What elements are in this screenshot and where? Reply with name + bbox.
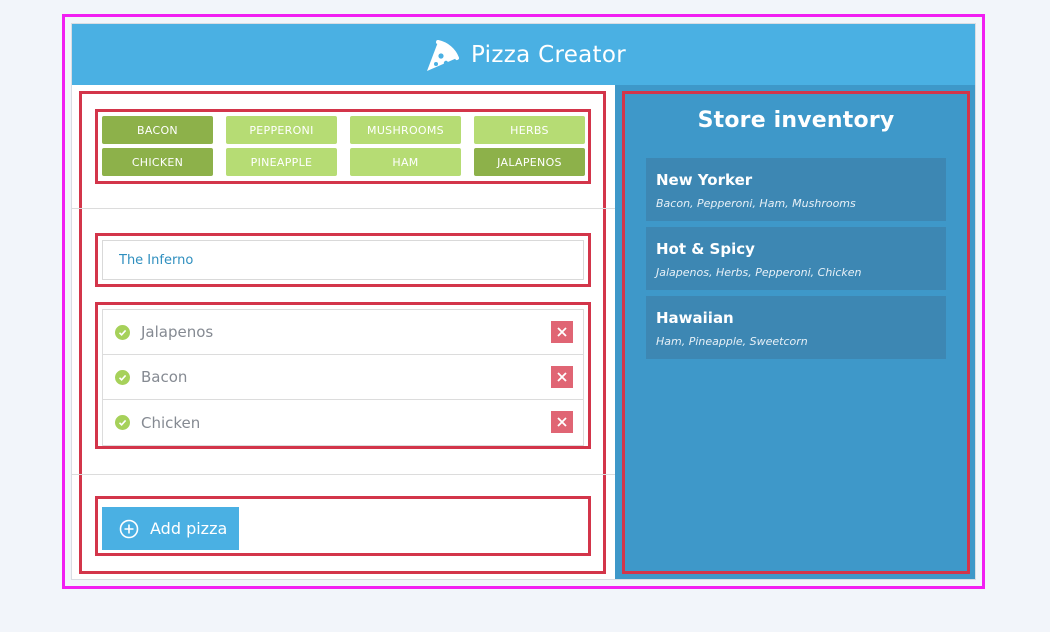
inventory-item-name: New Yorker	[656, 171, 753, 189]
section-divider	[72, 474, 615, 475]
inventory-item-toppings: Jalapenos, Herbs, Pepperoni, Chicken	[656, 266, 862, 279]
app-title: Pizza Creator	[470, 41, 626, 68]
topping-pineapple[interactable]: PINEAPPLE	[226, 148, 337, 176]
close-icon	[557, 417, 567, 427]
inventory-item-new-yorker[interactable]: New Yorker Bacon, Pepperoni, Ham, Mushro…	[646, 158, 946, 221]
inventory-title: Store inventory	[697, 108, 895, 133]
selected-toppings-list: Jalapenos Bacon Chicken	[102, 309, 584, 446]
close-icon	[557, 327, 567, 337]
check-circle-icon	[115, 415, 130, 430]
remove-topping-button[interactable]	[551, 321, 573, 343]
inventory-item-hot-spicy[interactable]: Hot & Spicy Jalapenos, Herbs, Pepperoni,…	[646, 227, 946, 290]
add-pizza-label: Add pizza	[150, 519, 228, 538]
inventory-item-hawaiian[interactable]: Hawaiian Ham, Pineapple, Sweetcorn	[646, 296, 946, 359]
topping-mushrooms[interactable]: MUSHROOMS	[350, 116, 461, 144]
app-header: Pizza Creator	[72, 24, 975, 85]
remove-topping-button[interactable]	[551, 411, 573, 433]
pizza-name-input[interactable]	[102, 240, 584, 280]
topping-chicken[interactable]: CHICKEN	[102, 148, 213, 176]
selected-topping-name: Jalapenos	[141, 323, 214, 341]
inventory-item-toppings: Bacon, Pepperoni, Ham, Mushrooms	[656, 197, 856, 210]
check-circle-icon	[115, 324, 130, 340]
pizza-creator-app: Pizza Creator BACON PEPPERONI MUSHROOMS …	[71, 23, 976, 580]
topping-pepperoni[interactable]: PEPPERONI	[226, 116, 337, 144]
store-inventory-pane: Store inventory New Yorker Bacon, Pepper…	[615, 85, 975, 579]
list-item: Jalapenos	[103, 310, 583, 355]
check-circle-icon	[115, 369, 130, 385]
inventory-item-name: Hawaiian	[656, 309, 734, 327]
section-divider	[72, 208, 615, 209]
close-icon	[557, 372, 567, 382]
inventory-item-name: Hot & Spicy	[656, 240, 755, 258]
topping-herbs[interactable]: HERBS	[474, 116, 585, 144]
topping-jalapenos[interactable]: JALAPENOS	[474, 148, 585, 176]
remove-topping-button[interactable]	[551, 366, 573, 388]
plus-circle-icon	[119, 519, 139, 538]
selected-topping-name: Chicken	[141, 413, 201, 432]
topping-ham[interactable]: HAM	[350, 148, 461, 176]
list-item: Bacon	[103, 355, 583, 400]
inventory-item-toppings: Ham, Pineapple, Sweetcorn	[656, 335, 808, 348]
add-pizza-button[interactable]: Add pizza	[102, 507, 239, 550]
topping-bacon[interactable]: BACON	[102, 116, 213, 144]
pizza-editor-pane: BACON PEPPERONI MUSHROOMS HERBS CHICKEN …	[72, 85, 615, 579]
pizza-slice-icon	[426, 39, 459, 71]
toppings-selector: BACON PEPPERONI MUSHROOMS HERBS CHICKEN …	[102, 116, 585, 176]
list-item: Chicken	[103, 400, 583, 445]
selected-topping-name: Bacon	[141, 368, 188, 386]
